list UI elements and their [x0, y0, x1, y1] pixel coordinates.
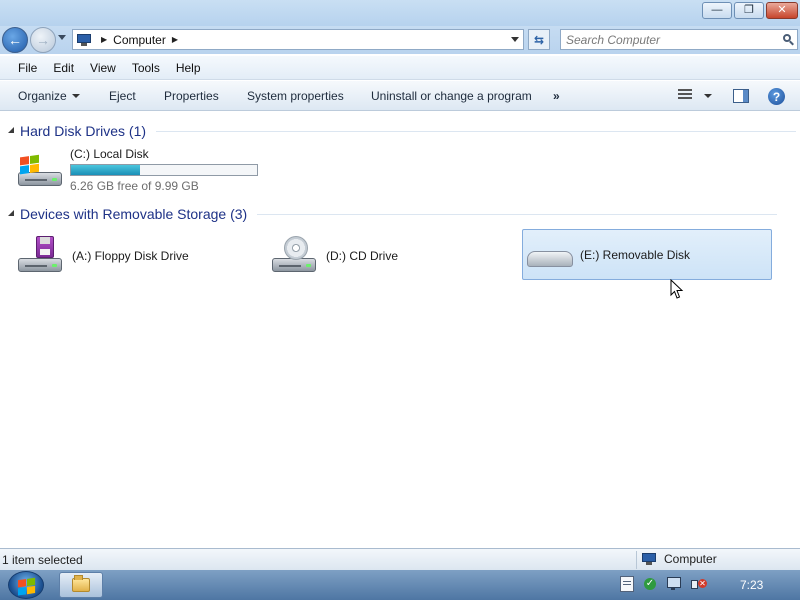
properties-button[interactable]: Properties: [164, 89, 219, 103]
document-tray-icon[interactable]: [620, 576, 634, 592]
drive-label: (D:) CD Drive: [326, 249, 398, 263]
view-options-dropdown-icon[interactable]: [704, 94, 712, 98]
command-bar: Organize Eject Properties System propert…: [0, 81, 800, 111]
forward-button[interactable]: →: [30, 27, 56, 53]
drive-label: (C:) Local Disk: [70, 147, 149, 161]
preview-pane-icon[interactable]: [733, 89, 749, 103]
status-bar: 1 item selected Computer: [0, 548, 800, 570]
organize-button[interactable]: Organize: [18, 89, 80, 103]
search-input[interactable]: [561, 32, 779, 47]
computer-icon: [642, 553, 658, 565]
eject-button[interactable]: Eject: [109, 89, 136, 103]
close-icon: ✕: [777, 4, 787, 16]
drive-item-d[interactable]: (D:) CD Drive: [270, 234, 398, 278]
clock[interactable]: 7:23: [740, 578, 763, 592]
minimize-icon: —: [711, 4, 723, 16]
organize-dropdown-icon: [71, 94, 80, 98]
capacity-bar-fill: [71, 165, 141, 175]
collapse-triangle-icon[interactable]: [8, 127, 14, 133]
drive-label: (A:) Floppy Disk Drive: [72, 249, 189, 263]
menu-edit[interactable]: Edit: [53, 61, 74, 75]
drives-view: Hard Disk Drives (1) (C:) Local Disk 6.2…: [0, 112, 800, 547]
computer-icon: [77, 33, 93, 46]
taskbar-explorer-button[interactable]: [59, 572, 103, 598]
drive-item-c[interactable]: (C:) Local Disk 6.26 GB free of 9.99 GB: [16, 147, 258, 193]
group-divider: [156, 130, 797, 132]
start-button[interactable]: [8, 571, 44, 599]
navigation-bar: ← → ▶ Computer ▶ ⇆: [0, 26, 800, 54]
status-location: Computer: [642, 552, 717, 566]
back-arrow-icon: ←: [8, 32, 22, 48]
group-title: Hard Disk Drives (1): [20, 123, 147, 139]
breadcrumb-computer[interactable]: Computer: [113, 33, 166, 47]
uninstall-program-button[interactable]: Uninstall or change a program: [371, 89, 532, 103]
title-bar: — ❐ ✕: [0, 0, 800, 26]
capacity-text: 6.26 GB free of 9.99 GB: [70, 179, 199, 193]
floppy-drive-icon: [16, 236, 64, 276]
minimize-button[interactable]: —: [702, 2, 732, 19]
search-icon[interactable]: [779, 31, 797, 49]
taskbar: ✓ ✕ 7:23: [0, 570, 800, 600]
menu-tools[interactable]: Tools: [132, 61, 160, 75]
help-icon[interactable]: ?: [768, 88, 785, 105]
group-divider: [257, 213, 778, 215]
drive-item-e[interactable]: (E:) Removable Disk: [522, 229, 772, 280]
menu-help[interactable]: Help: [176, 61, 201, 75]
menu-bar: File Edit View Tools Help: [0, 56, 800, 80]
restore-icon: ❐: [744, 4, 754, 16]
network-icon[interactable]: [666, 576, 682, 592]
refresh-button[interactable]: ⇆: [528, 29, 550, 50]
address-bar[interactable]: ▶ Computer ▶: [72, 29, 524, 50]
drive-label: (E:) Removable Disk: [580, 247, 691, 262]
system-properties-button[interactable]: System properties: [247, 89, 344, 103]
volume-muted-icon[interactable]: ✕: [690, 576, 707, 592]
mouse-cursor-icon: [670, 279, 684, 299]
forward-arrow-icon: →: [36, 32, 50, 48]
maximize-button[interactable]: ❐: [734, 2, 764, 19]
search-box: [560, 29, 798, 50]
hard-drive-windows-icon: [16, 150, 64, 190]
system-tray: ✓ ✕: [620, 576, 707, 592]
organize-label: Organize: [18, 89, 67, 103]
breadcrumb-chevron-icon[interactable]: ▶: [101, 35, 107, 44]
action-center-icon[interactable]: ✓: [642, 576, 658, 592]
change-view-icon[interactable]: [678, 89, 692, 102]
cd-drive-icon: [270, 236, 318, 276]
close-button[interactable]: ✕: [766, 2, 798, 19]
windows-logo-icon: [18, 577, 36, 597]
more-commands-button[interactable]: »: [553, 89, 560, 103]
drive-item-a[interactable]: (A:) Floppy Disk Drive: [16, 234, 189, 278]
back-button[interactable]: ←: [2, 27, 28, 53]
menu-view[interactable]: View: [90, 61, 116, 75]
removable-disk-icon: [525, 235, 573, 275]
folder-icon: [72, 575, 90, 592]
recent-pages-dropdown[interactable]: [58, 35, 66, 40]
collapse-triangle-icon[interactable]: [8, 210, 14, 216]
address-dropdown-icon[interactable]: [511, 37, 519, 42]
group-title: Devices with Removable Storage (3): [20, 206, 248, 222]
group-header-hard-disk[interactable]: Hard Disk Drives (1): [8, 121, 797, 141]
group-header-removable[interactable]: Devices with Removable Storage (3): [8, 204, 778, 224]
refresh-icon: ⇆: [533, 32, 545, 47]
menu-file[interactable]: File: [18, 61, 37, 75]
window-controls: — ❐ ✕: [702, 2, 798, 19]
breadcrumb-chevron-icon[interactable]: ▶: [172, 35, 178, 44]
capacity-bar: [70, 164, 258, 176]
selection-count: 1 item selected: [2, 553, 83, 567]
status-divider: [636, 551, 637, 569]
status-location-label: Computer: [664, 552, 717, 566]
